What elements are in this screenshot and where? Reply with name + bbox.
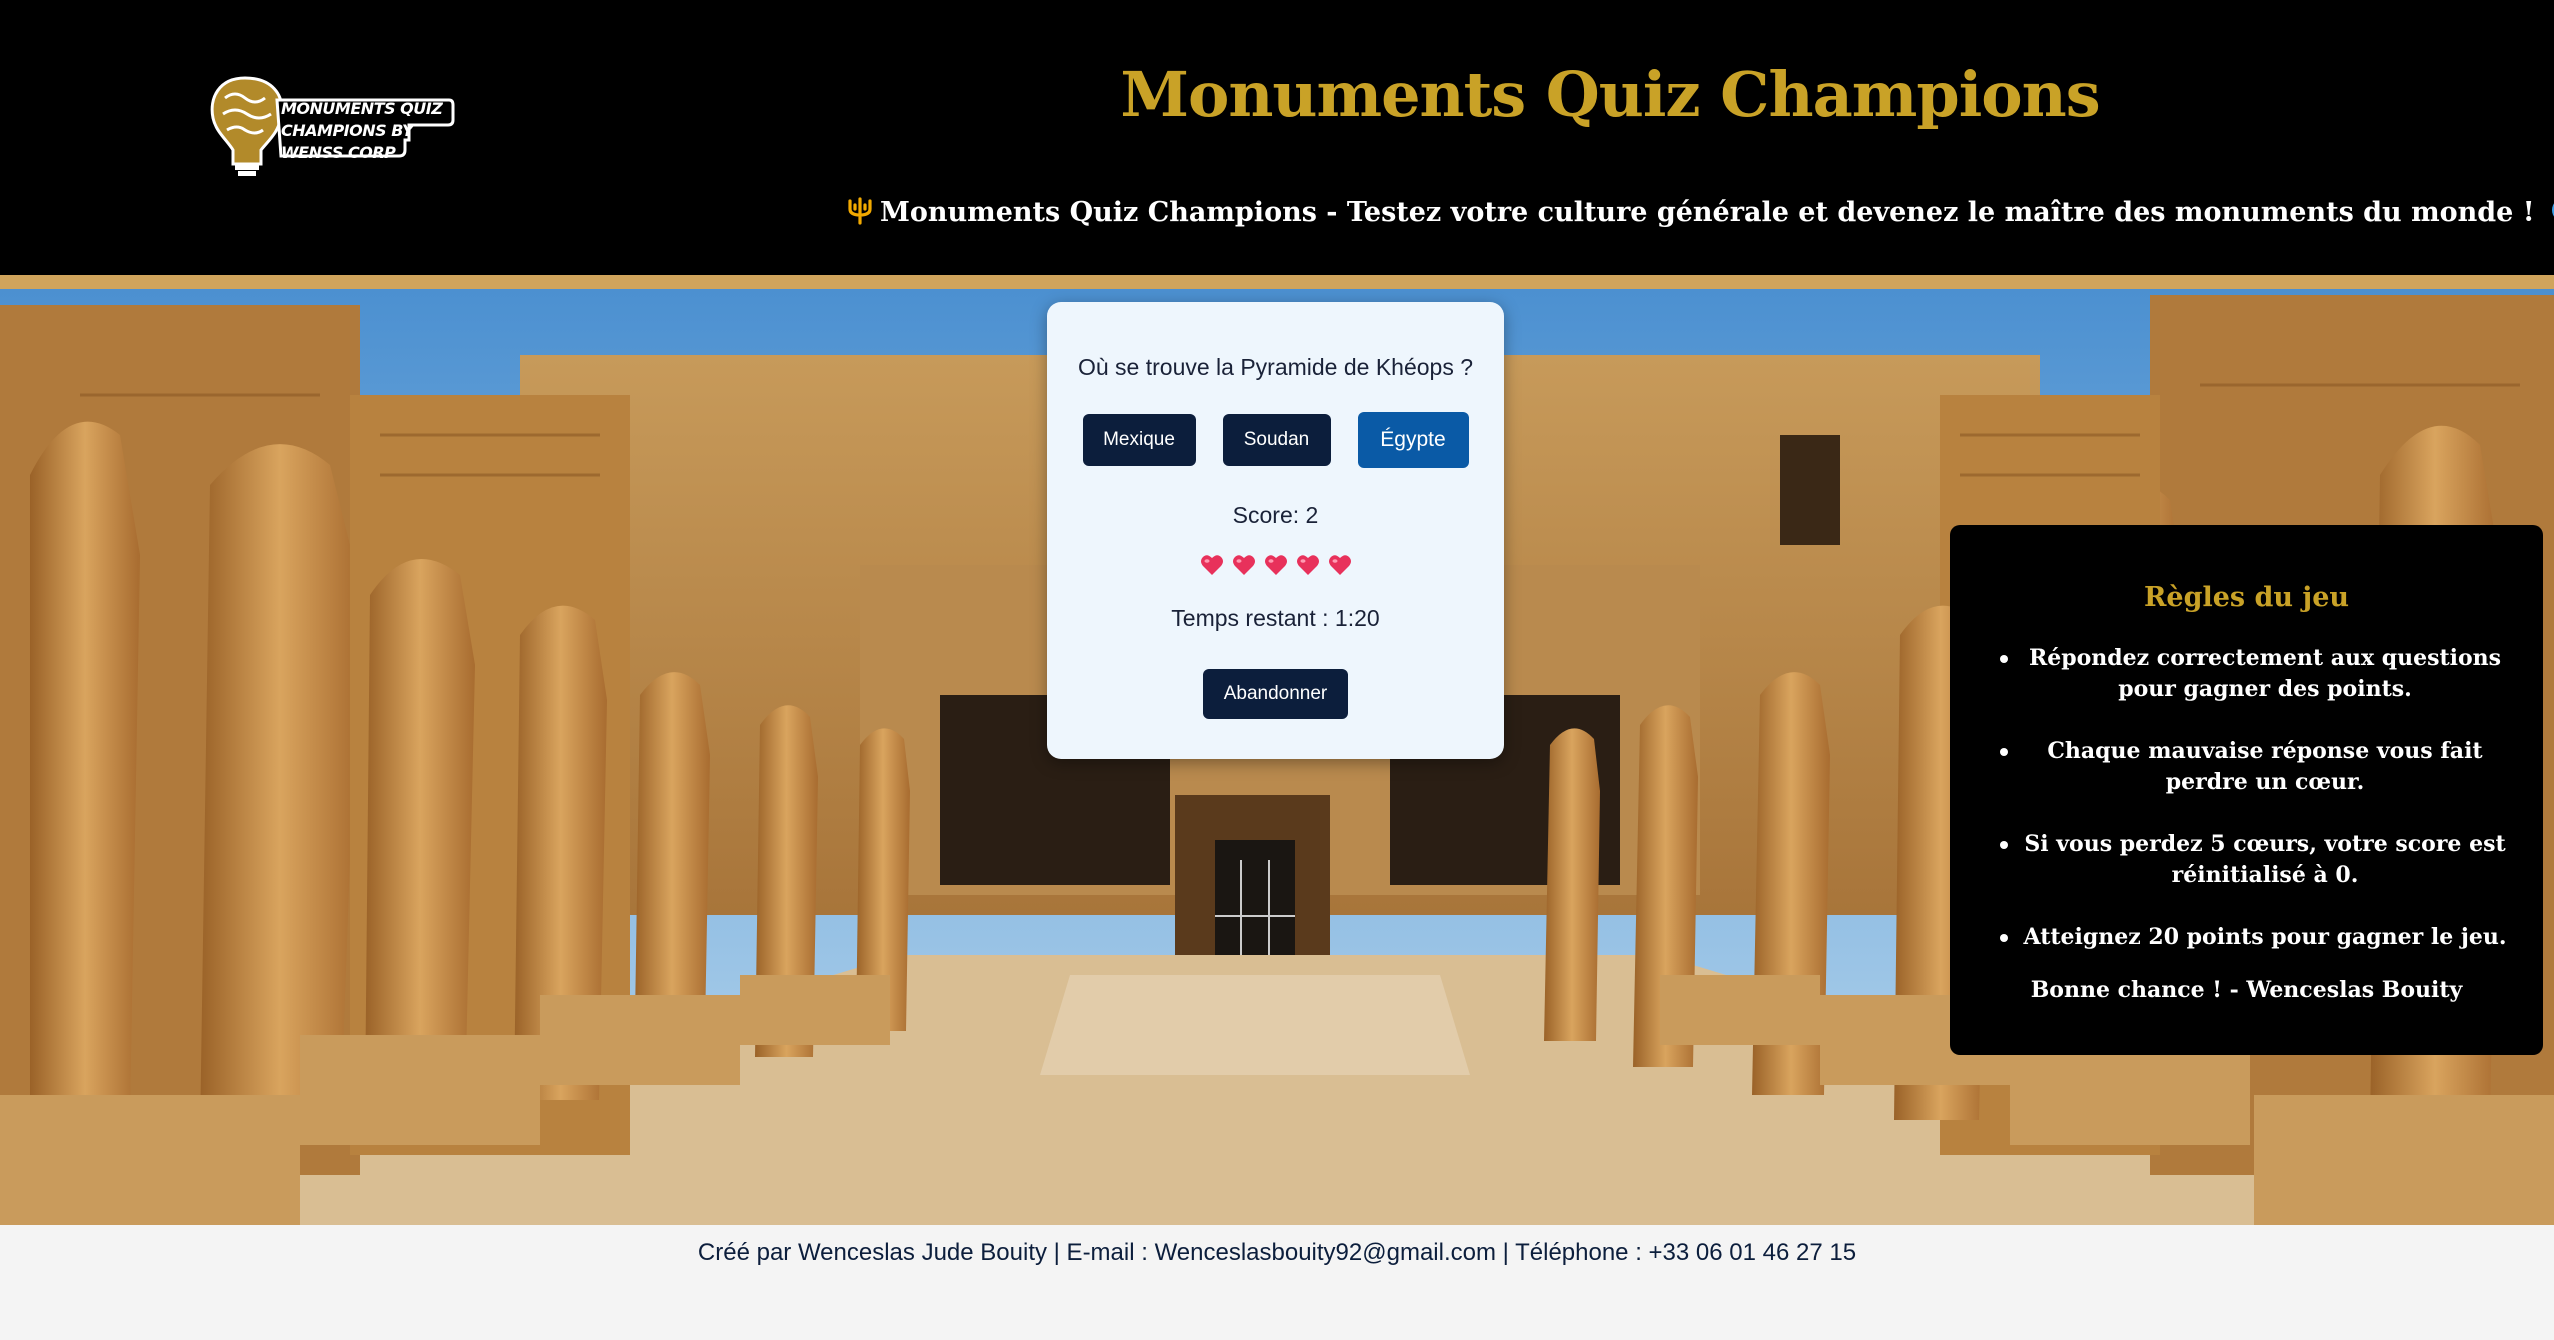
quiz-card: Où se trouve la Pyramide de Khéops ? Mex… <box>1047 302 1504 759</box>
tagline-text: Monuments Quiz Champions - Testez votre … <box>880 197 2535 228</box>
question-text: Où se trouve la Pyramide de Khéops ? <box>1077 354 1474 380</box>
heart-icon <box>1232 555 1255 575</box>
answer-button-mexique[interactable]: Mexique <box>1082 414 1196 466</box>
timer-display: Temps restant : 1:20 <box>1171 605 1380 631</box>
rule-item: Chaque mauvaise réponse vous fait perdre… <box>2000 736 2520 798</box>
logo-text: MONUMENTS QUIZ CHAMPIONS BY WENSS CORP <box>281 99 443 162</box>
page-title: Monuments Quiz Champions <box>1120 58 2100 131</box>
answer-button-egypte[interactable]: Égypte <box>1357 412 1469 468</box>
heart-icon <box>1264 555 1287 575</box>
rule-item: Répondez correctement aux questions pour… <box>2000 643 2520 705</box>
abandon-button[interactable]: Abandonner <box>1203 669 1348 719</box>
rules-list: Répondez correctement aux questions pour… <box>2000 643 2520 984</box>
footer-contact-text: Créé par Wenceslas Jude Bouity | E-mail … <box>697 1239 1857 1266</box>
trident-icon <box>846 195 874 232</box>
logo[interactable]: MONUMENTS QUIZ CHAMPIONS BY WENSS CORP <box>205 70 455 182</box>
globe-icon <box>2550 196 2554 231</box>
rules-signature: Bonne chance ! - Wenceslas Bouity <box>2030 977 2463 1003</box>
site-footer: Créé par Wenceslas Jude Bouity | E-mail … <box>0 1225 2554 1340</box>
heart-icon <box>1328 555 1351 575</box>
rule-item: Si vous perdez 5 cœurs, votre score est … <box>2000 829 2520 891</box>
site-header: MONUMENTS QUIZ CHAMPIONS BY WENSS CORP M… <box>0 0 2554 275</box>
rule-item: Atteignez 20 points pour gagner le jeu. <box>2000 922 2520 953</box>
answer-options: Mexique Soudan Égypte <box>1047 412 1504 468</box>
score-display: Score: 2 <box>1232 502 1319 528</box>
heart-icon <box>1200 555 1223 575</box>
rules-panel: Règles du jeu Répondez correctement aux … <box>1950 525 2543 1055</box>
rules-title: Règles du jeu <box>2143 582 2350 613</box>
answer-button-soudan[interactable]: Soudan <box>1222 414 1331 466</box>
heart-icon <box>1296 555 1319 575</box>
lives-hearts <box>1047 554 1504 576</box>
tagline: Monuments Quiz Champions - Testez votre … <box>840 195 2554 232</box>
